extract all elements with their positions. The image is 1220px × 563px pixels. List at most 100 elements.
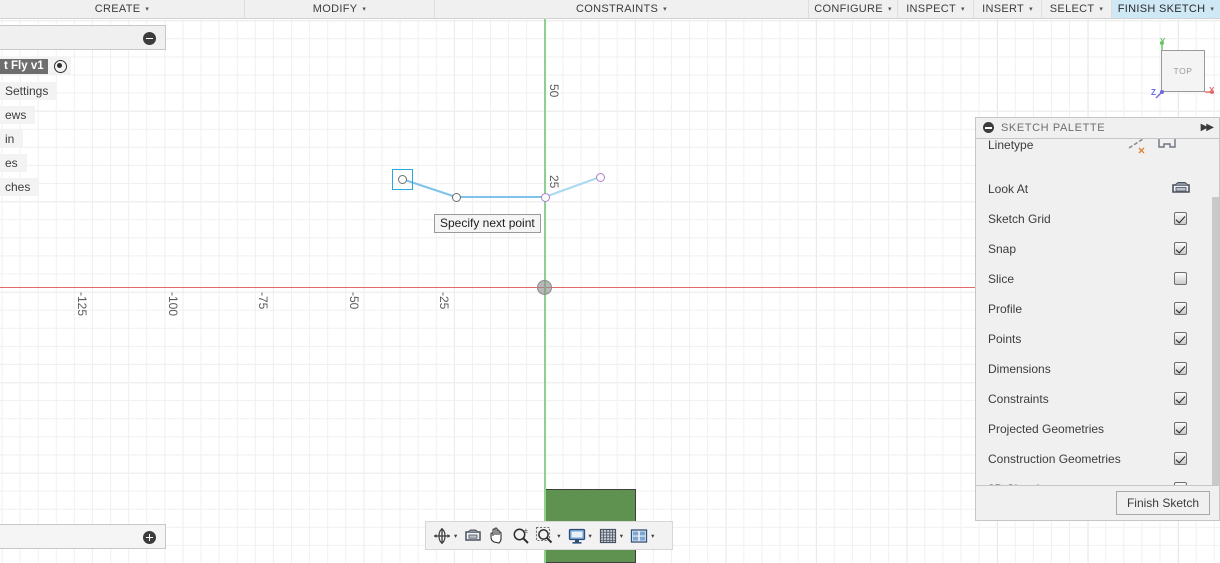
browser-item-sketches[interactable]: ches xyxy=(0,178,40,196)
sketch-palette-body[interactable]: Linetype Look At Sketch Grid Snap Slice … xyxy=(976,138,1219,486)
palette-row-label: Constraints xyxy=(988,391,1049,406)
sketch-point[interactable] xyxy=(541,193,550,202)
browser-item-label: Settings xyxy=(5,84,49,98)
chevron-down-icon: ▾ xyxy=(619,532,624,540)
visibility-icon[interactable] xyxy=(53,59,67,73)
orbit-button[interactable]: ▾ xyxy=(430,523,461,548)
palette-row-label: 3D Sketch xyxy=(988,482,1174,485)
view-cube[interactable]: TOP Y X Z xyxy=(1146,37,1216,108)
zoom-window-button[interactable]: ▾ xyxy=(533,523,564,548)
palette-row-dimensions[interactable]: Dimensions xyxy=(976,354,1219,384)
toolbar-constraints-label: CONSTRAINTS xyxy=(576,3,659,15)
toolbar-constraints[interactable]: CONSTRAINTS ▾ xyxy=(435,0,809,18)
toolbar-select[interactable]: SELECT ▾ xyxy=(1042,0,1112,18)
chevron-down-icon: ▾ xyxy=(145,6,150,13)
browser-item-label: es xyxy=(5,156,18,170)
finish-sketch-button[interactable]: Finish Sketch xyxy=(1115,490,1210,515)
sketch-point[interactable] xyxy=(452,193,461,202)
browser-item-label: in xyxy=(5,132,15,146)
toolbar-configure[interactable]: CONFIGURE ▾ xyxy=(809,0,898,18)
palette-row-sketch-grid[interactable]: Sketch Grid xyxy=(976,204,1219,234)
navigation-bar: ▾ ± ▾ ▾ ▾ ▾ xyxy=(425,521,673,550)
x-axis-line xyxy=(0,287,975,288)
sketch-point[interactable] xyxy=(398,175,407,184)
palette-row-3d-sketch[interactable]: 3D Sketch xyxy=(976,474,1219,485)
view-cube-axes xyxy=(1155,41,1214,99)
sketch-palette-footer: Finish Sketch xyxy=(976,485,1219,520)
palette-row-points[interactable]: Points xyxy=(976,324,1219,354)
expand-icon[interactable] xyxy=(143,531,156,544)
sketch-grid-checkbox[interactable] xyxy=(1174,212,1187,226)
palette-row-label: Projected Geometries xyxy=(988,421,1105,436)
palette-scrollbar[interactable] xyxy=(1212,196,1219,485)
toolbar-insert-label: INSERT xyxy=(982,3,1025,15)
chevron-down-icon: ▾ xyxy=(1210,6,1215,13)
palette-row-construction-geometries[interactable]: Construction Geometries xyxy=(976,444,1219,474)
palette-row-label: Profile xyxy=(988,301,1023,316)
grid-icon xyxy=(599,528,616,543)
view-cube-axis-y: Y xyxy=(1160,37,1166,46)
pin-arrows-icon[interactable]: ▶▶ xyxy=(1201,122,1214,133)
toolbar-modify-label: MODIFY xyxy=(312,3,358,15)
look-at-button[interactable] xyxy=(461,523,485,548)
palette-row-snap[interactable]: Snap xyxy=(976,234,1219,264)
pan-button[interactable] xyxy=(485,523,509,548)
zoom-window-icon xyxy=(536,526,553,543)
3d-sketch-checkbox[interactable] xyxy=(1174,482,1187,485)
palette-row-profile[interactable]: Profile xyxy=(976,294,1219,324)
viewports-button[interactable]: ▾ xyxy=(627,523,658,548)
zoom-button[interactable]: ± xyxy=(509,523,533,548)
browser-item-origin[interactable]: in xyxy=(0,130,24,148)
toolbar-inspect[interactable]: INSPECT ▾ xyxy=(898,0,974,18)
profile-checkbox[interactable] xyxy=(1174,302,1187,316)
browser-item-views[interactable]: ews xyxy=(0,106,36,124)
dimensions-checkbox[interactable] xyxy=(1174,362,1187,376)
construction-geometries-checkbox[interactable] xyxy=(1174,452,1187,466)
browser-item-bodies[interactable]: es xyxy=(0,154,27,172)
palette-row-linetype[interactable]: Linetype xyxy=(976,138,1214,157)
fusion-app-window: -125 -100 -75 -50 -25 50 25 Specify next… xyxy=(0,0,1220,563)
chevron-down-icon: ▾ xyxy=(362,6,367,13)
palette-row-constraints[interactable]: Constraints xyxy=(976,384,1219,414)
browser-item-document[interactable]: t Fly v1 xyxy=(0,57,71,75)
look-at-icon xyxy=(465,529,482,541)
collapse-icon[interactable] xyxy=(143,32,156,45)
palette-row-projected-geometries[interactable]: Projected Geometries xyxy=(976,414,1219,444)
palette-row-look-at[interactable]: Look At xyxy=(976,174,1219,204)
chevron-down-icon: ▾ xyxy=(960,6,965,13)
slice-checkbox[interactable] xyxy=(1174,272,1187,286)
sketch-toolbar: CREATE ▾ MODIFY ▾ CONSTRAINTS ▾ CONFIGUR… xyxy=(0,0,1220,19)
constraints-checkbox[interactable] xyxy=(1174,392,1187,406)
layout-icon xyxy=(630,528,648,543)
palette-row-slice[interactable]: Slice xyxy=(976,264,1219,294)
palette-row-label: Construction Geometries xyxy=(988,451,1121,466)
chevron-down-icon: ▾ xyxy=(663,6,667,13)
svg-text:±: ± xyxy=(524,528,528,535)
browser-item-settings[interactable]: Settings xyxy=(0,82,58,100)
toolbar-create-label: CREATE xyxy=(94,3,141,15)
origin-point[interactable] xyxy=(537,280,552,295)
snap-checkbox[interactable] xyxy=(1174,242,1187,256)
grid-snaps-button[interactable]: ▾ xyxy=(596,523,627,548)
collapse-icon[interactable] xyxy=(983,122,994,134)
x-tick-label: -50 xyxy=(347,292,361,310)
look-at-icon[interactable] xyxy=(1171,181,1191,197)
toolbar-create[interactable]: CREATE ▾ xyxy=(0,0,245,18)
points-checkbox[interactable] xyxy=(1174,332,1187,346)
palette-row-label: Sketch Grid xyxy=(988,211,1051,226)
centerline-icon[interactable] xyxy=(1156,138,1178,156)
construction-line-icon[interactable] xyxy=(1126,138,1148,156)
toolbar-finish-sketch-label: FINISH SKETCH xyxy=(1117,3,1206,15)
toolbar-modify[interactable]: MODIFY ▾ xyxy=(245,0,435,18)
projected-geometries-checkbox[interactable] xyxy=(1174,422,1187,436)
browser-panel-footer xyxy=(0,524,166,549)
toolbar-finish-sketch[interactable]: FINISH SKETCH ▾ xyxy=(1112,0,1220,18)
y-tick-label: 50 xyxy=(547,84,561,98)
command-tooltip: Specify next point xyxy=(434,214,541,233)
toolbar-inspect-label: INSPECT xyxy=(906,3,956,15)
sketch-point[interactable] xyxy=(596,173,605,182)
display-settings-button[interactable]: ▾ xyxy=(565,523,596,548)
toolbar-insert[interactable]: INSERT ▾ xyxy=(974,0,1042,18)
sketch-palette-header[interactable]: SKETCH PALETTE ▶▶ xyxy=(976,118,1219,139)
sketch-palette-panel: SKETCH PALETTE ▶▶ Linetype Look At Sketc… xyxy=(975,117,1220,521)
